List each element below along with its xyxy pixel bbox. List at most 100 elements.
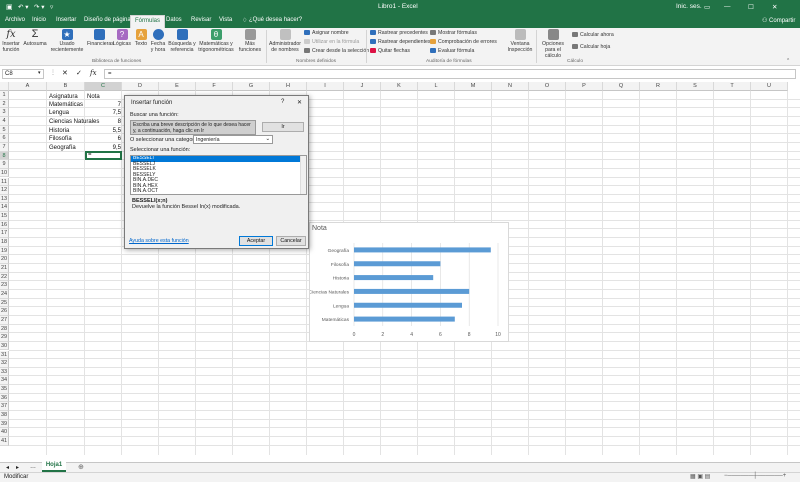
tab-datos[interactable]: Datos: [166, 17, 182, 23]
row-header[interactable]: 40: [0, 428, 9, 437]
row-header[interactable]: 19: [0, 246, 9, 256]
use-in-formula-button[interactable]: Utilizar en la fórmula: [304, 39, 359, 45]
row-header[interactable]: 39: [0, 419, 9, 429]
save-icon[interactable]: ▣: [6, 3, 13, 11]
column-header[interactable]: O: [529, 82, 566, 91]
row-header[interactable]: 5: [0, 125, 9, 135]
row-header[interactable]: 26: [0, 307, 9, 316]
cell-subject[interactable]: Geografía: [49, 145, 76, 151]
row-header[interactable]: 34: [0, 376, 9, 386]
scroll-right-icon[interactable]: ▸: [16, 464, 19, 471]
cell-grade[interactable]: 9,5: [86, 145, 121, 151]
row-header[interactable]: 28: [0, 324, 9, 334]
row-header[interactable]: 35: [0, 385, 9, 394]
column-header[interactable]: A: [9, 82, 47, 91]
sign-in-link[interactable]: Inic. ses.: [676, 3, 702, 10]
datetime-button[interactable]: Fecha y hora: [150, 29, 166, 53]
row-header[interactable]: 22: [0, 272, 9, 282]
row-header[interactable]: 6: [0, 134, 9, 143]
tab-archivo[interactable]: Archivo: [5, 17, 25, 23]
cell-grade[interactable]: 6: [86, 136, 121, 142]
row-header[interactable]: 13: [0, 194, 9, 204]
row-header[interactable]: 33: [0, 367, 9, 377]
column-header[interactable]: P: [566, 82, 603, 91]
row-header[interactable]: 31: [0, 350, 9, 360]
cell-grade[interactable]: 7: [86, 102, 121, 108]
row-header[interactable]: 11: [0, 177, 9, 187]
scroll-left-icon[interactable]: ◂: [6, 464, 9, 471]
cell-header-grade[interactable]: Nota: [87, 94, 100, 100]
cell-subject[interactable]: Historia: [49, 128, 69, 134]
column-header[interactable]: S: [677, 82, 714, 91]
help-link[interactable]: Ayuda sobre esta función: [129, 238, 189, 244]
lookup-button[interactable]: Búsqueda y referencia: [168, 29, 196, 53]
row-header[interactable]: 41: [0, 437, 9, 446]
calc-sheet-button[interactable]: Calcular hoja: [572, 44, 610, 50]
ribbon-display-icon[interactable]: ▭: [704, 3, 710, 11]
view-buttons[interactable]: ▦ ▣ ▤: [690, 473, 710, 480]
cell-grade[interactable]: 5,5: [86, 128, 121, 134]
trace-precedents-button[interactable]: Rastrear precedentes: [370, 30, 428, 36]
namebox-dropdown-icon[interactable]: ▾: [38, 70, 41, 76]
column-header[interactable]: E: [159, 82, 196, 91]
add-sheet-icon[interactable]: ⊕: [78, 463, 84, 471]
row-header[interactable]: 38: [0, 411, 9, 420]
autosum-button[interactable]: Σ Autosuma: [22, 29, 48, 48]
bar-chart[interactable]: Nota 0 2 4 6 8 10 Matemáticas Lengua Ciencias Na…: [309, 222, 509, 342]
go-button[interactable]: Ir: [262, 122, 304, 132]
row-header[interactable]: 3: [0, 108, 9, 117]
text-button[interactable]: A Texto: [134, 29, 148, 47]
logical-button[interactable]: ? Lógicas: [112, 29, 132, 47]
column-header[interactable]: L: [418, 82, 455, 91]
row-header[interactable]: 16: [0, 220, 9, 230]
row-header[interactable]: 14: [0, 203, 9, 213]
customize-qat-icon[interactable]: ▿: [50, 3, 53, 11]
cell-subject[interactable]: Lengua: [49, 110, 69, 116]
row-header[interactable]: 9: [0, 160, 9, 169]
row-header[interactable]: 20: [0, 255, 9, 264]
row-header[interactable]: 30: [0, 341, 9, 351]
cell-grade[interactable]: 8: [86, 119, 121, 125]
row-header[interactable]: 12: [0, 186, 9, 195]
column-header[interactable]: K: [381, 82, 418, 91]
row-header[interactable]: 17: [0, 229, 9, 239]
row-header[interactable]: 2: [0, 99, 9, 109]
collapse-ribbon-icon[interactable]: ⌃: [786, 58, 790, 64]
cancel-icon[interactable]: ✕: [62, 69, 68, 77]
show-formulas-button[interactable]: Mostrar fórmulas: [430, 30, 477, 36]
row-header[interactable]: 15: [0, 212, 9, 221]
row-header[interactable]: 29: [0, 333, 9, 342]
undo-icon[interactable]: ↶ ▾: [18, 3, 29, 11]
column-header[interactable]: R: [640, 82, 677, 91]
active-cell[interactable]: =: [85, 151, 122, 160]
error-checking-button[interactable]: Comprobación de errores: [430, 39, 497, 45]
enter-icon[interactable]: ✓: [76, 69, 82, 77]
define-name-button[interactable]: Asignar nombre: [304, 30, 349, 36]
name-manager-button[interactable]: Administrador de nombres: [268, 29, 302, 53]
row-header[interactable]: 23: [0, 281, 9, 290]
cell-subject[interactable]: Filosofía: [49, 136, 72, 142]
row-header[interactable]: 32: [0, 359, 9, 368]
column-header[interactable]: Q: [603, 82, 640, 91]
column-header[interactable]: F: [196, 82, 233, 91]
row-header[interactable]: 24: [0, 289, 9, 299]
category-select[interactable]: Ingeniería ⌄: [193, 135, 273, 144]
row-header[interactable]: 27: [0, 315, 9, 325]
more-sheets-icon[interactable]: …: [30, 464, 36, 470]
maximize-icon[interactable]: ☐: [748, 3, 754, 11]
insert-function-button[interactable]: fx Insertar función: [2, 29, 20, 53]
row-header[interactable]: 8: [0, 151, 9, 161]
function-list[interactable]: BESSELI BESSELJ BESSELK BESSELY BIN.A.DEC BIN…: [130, 155, 307, 195]
calc-options-button[interactable]: Opciones para el cálculo: [538, 29, 568, 59]
recent-functions-button[interactable]: ★ Usado recientemente: [50, 29, 84, 53]
formula-input[interactable]: =: [104, 69, 796, 79]
financial-button[interactable]: Financieras: [87, 29, 114, 47]
watch-window-button[interactable]: Ventana Inspección: [505, 29, 535, 53]
redo-icon[interactable]: ↷ ▾: [34, 3, 45, 11]
tab-formulas[interactable]: Fórmulas: [130, 15, 166, 28]
create-from-selection-button[interactable]: Crear desde la selección: [304, 48, 369, 54]
search-input[interactable]: Escriba una breve descripción de lo que …: [130, 120, 256, 135]
cancel-button[interactable]: Cancelar: [276, 236, 306, 246]
close-icon[interactable]: ✕: [772, 3, 777, 11]
insert-function-icon[interactable]: fx: [90, 69, 97, 77]
